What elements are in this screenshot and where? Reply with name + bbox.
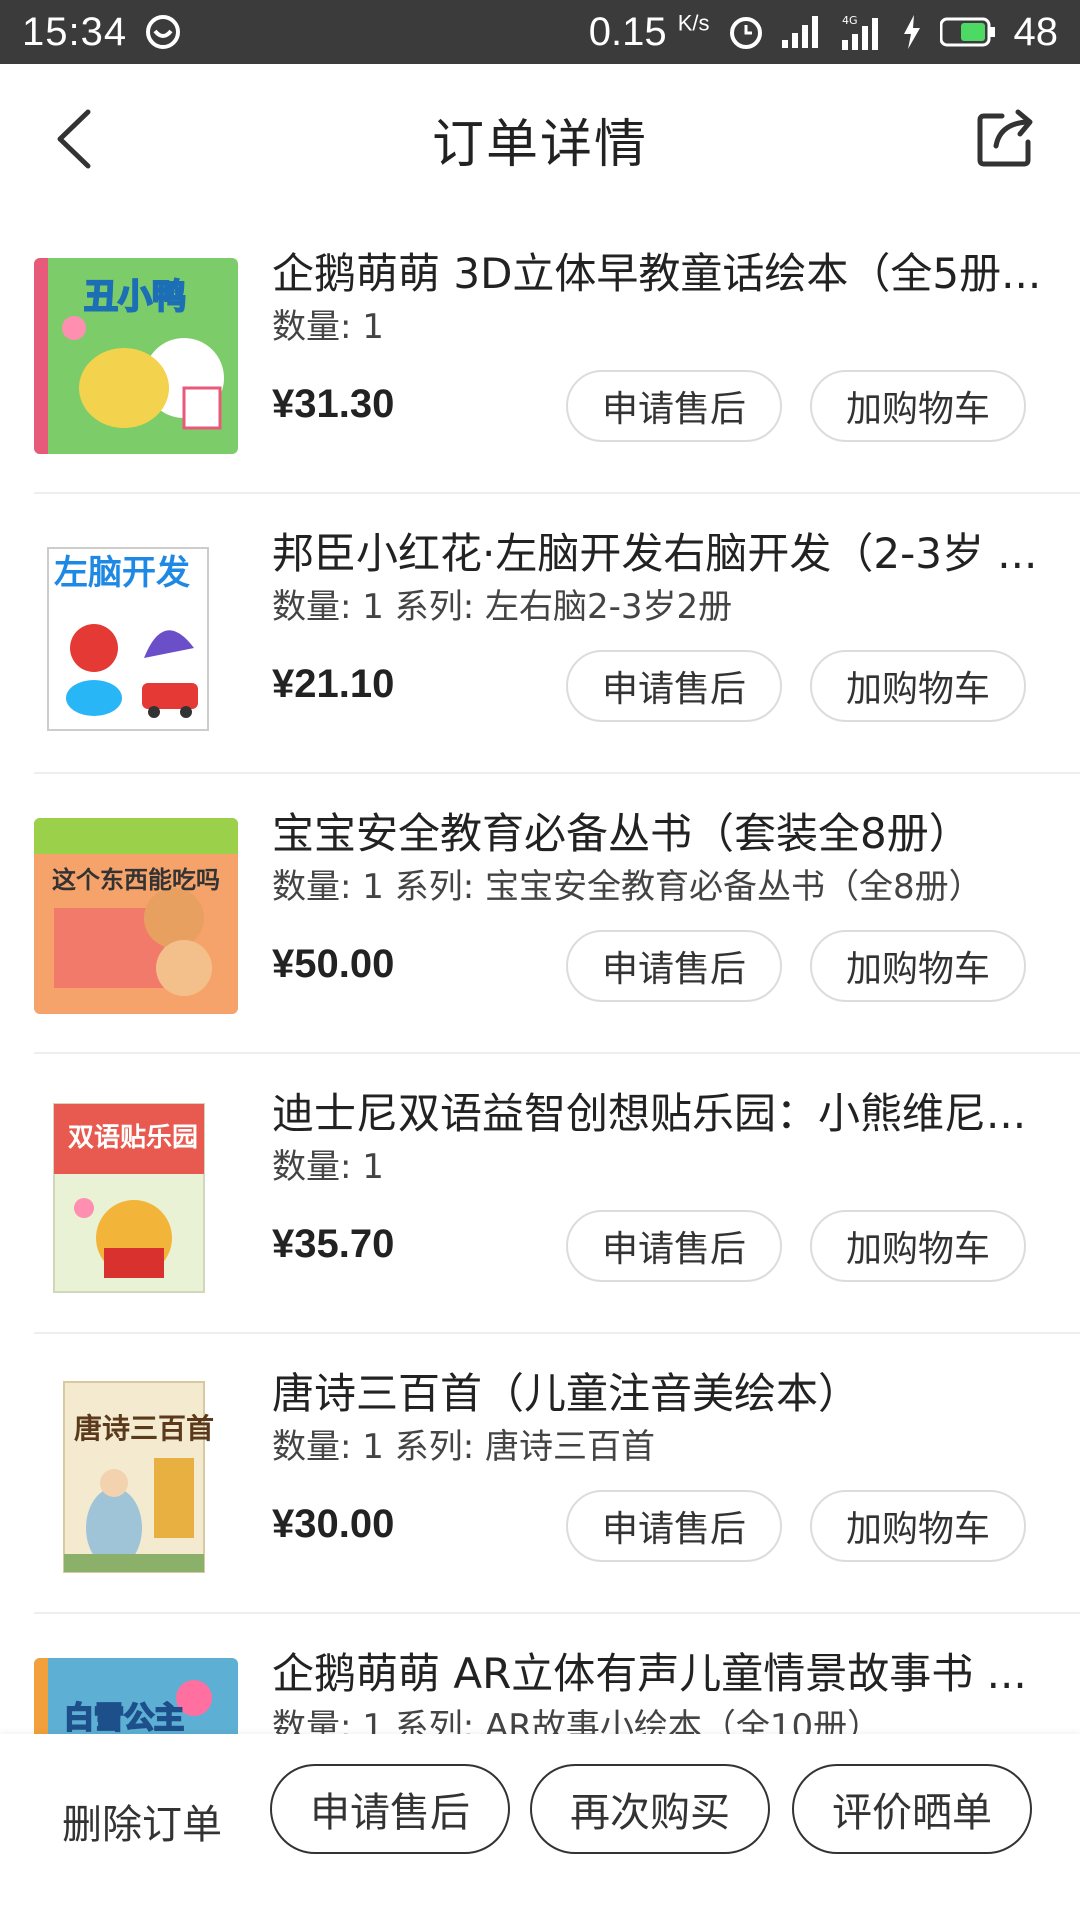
product-thumbnail[interactable]: 唐诗三百首 bbox=[34, 1378, 238, 1574]
review-button[interactable]: 评价晒单 bbox=[792, 1764, 1032, 1854]
rebuy-button[interactable]: 再次购买 bbox=[530, 1764, 770, 1854]
after-sale-button[interactable]: 申请售后 bbox=[566, 650, 782, 722]
order-item[interactable]: 唐诗三百首 唐诗三百首（儿童注音美绘本） 数量: 1 系列: 唐诗三百首 ¥30… bbox=[34, 1334, 1080, 1614]
after-sale-button[interactable]: 申请售后 bbox=[566, 370, 782, 442]
cover-title: 丑小鸭 bbox=[84, 277, 186, 317]
after-sale-button[interactable]: 申请售后 bbox=[566, 1210, 782, 1282]
add-to-cart-button[interactable]: 加购物车 bbox=[810, 1490, 1026, 1562]
product-price: ¥30.00 bbox=[272, 1502, 395, 1546]
product-name[interactable]: 企鹅萌萌 3D立体早教童话绘本（全5册... bbox=[272, 244, 1052, 304]
cover-title: 左脑开发 bbox=[54, 553, 190, 593]
signal-4g-icon: 4G bbox=[840, 14, 884, 50]
cover-title: 这个东西能吃吗 bbox=[52, 866, 220, 894]
battery-icon bbox=[939, 17, 996, 47]
product-quantity: 数量: 1 bbox=[272, 1147, 384, 1187]
page-header: 订单详情 bbox=[0, 64, 1080, 214]
order-item[interactable]: 左脑开发 邦臣小红花·左脑开发右脑开发（2-3岁 ... 数量: 1 系列: 左… bbox=[34, 494, 1080, 774]
net-speed: 0.15 K/s bbox=[588, 9, 710, 54]
product-thumbnail[interactable]: 左脑开发 bbox=[34, 538, 238, 734]
add-to-cart-button[interactable]: 加购物车 bbox=[810, 1210, 1026, 1282]
page-title: 订单详情 bbox=[431, 114, 648, 175]
product-price: ¥35.70 bbox=[272, 1222, 395, 1266]
product-quantity: 数量: 1 bbox=[272, 307, 384, 347]
product-quantity: 数量: 1 系列: 宝宝安全教育必备丛书（全8册） bbox=[272, 867, 983, 907]
product-price: ¥21.10 bbox=[272, 662, 395, 706]
bottom-action-bar: 删除订单 申请售后 再次购买 评价晒单 bbox=[0, 1734, 1080, 1920]
cover-title: 唐诗三百首 bbox=[74, 1412, 214, 1445]
add-to-cart-button[interactable]: 加购物车 bbox=[810, 370, 1026, 442]
app-notification-icon bbox=[145, 14, 181, 50]
after-sale-button[interactable]: 申请售后 bbox=[566, 930, 782, 1002]
order-item[interactable]: 双语贴乐园 迪士尼双语益智创想贴乐园：小熊维尼... 数量: 1 ¥35.70 … bbox=[34, 1054, 1080, 1334]
product-price: ¥50.00 bbox=[272, 942, 395, 986]
signal-icon bbox=[781, 16, 822, 48]
add-to-cart-button[interactable]: 加购物车 bbox=[810, 930, 1026, 1002]
product-quantity: 数量: 1 系列: 左右脑2-3岁2册 bbox=[272, 587, 733, 627]
order-item[interactable]: 白雪公主 企鹅萌萌 AR立体有声儿童情景故事书 ... 数量: 1 系列: AR… bbox=[34, 1614, 1080, 1734]
delete-order-button[interactable]: 删除订单 bbox=[62, 1792, 222, 1850]
product-price: ¥31.30 bbox=[272, 382, 395, 426]
product-name[interactable]: 宝宝安全教育必备丛书（套装全8册） bbox=[272, 804, 1052, 864]
order-item[interactable]: 丑小鸭 企鹅萌萌 3D立体早教童话绘本（全5册... 数量: 1 ¥31.30 … bbox=[34, 214, 1080, 494]
share-icon bbox=[977, 109, 1033, 167]
chevron-left-icon bbox=[57, 109, 91, 169]
cover-title: 白雪公主 bbox=[64, 1701, 184, 1734]
back-button[interactable] bbox=[50, 108, 100, 170]
product-thumbnail[interactable]: 丑小鸭 bbox=[34, 258, 238, 454]
product-name[interactable]: 邦臣小红花·左脑开发右脑开发（2-3岁 ... bbox=[272, 524, 1052, 584]
product-thumbnail[interactable]: 白雪公主 bbox=[34, 1658, 238, 1734]
status-bar: 15:34 0.15 K/s 4G 48 bbox=[0, 0, 1080, 64]
product-name[interactable]: 企鹅萌萌 AR立体有声儿童情景故事书 ... bbox=[272, 1644, 1052, 1704]
charging-icon bbox=[902, 15, 922, 49]
product-quantity: 数量: 1 系列: 唐诗三百首 bbox=[272, 1427, 655, 1467]
add-to-cart-button[interactable]: 加购物车 bbox=[810, 650, 1026, 722]
product-name[interactable]: 迪士尼双语益智创想贴乐园：小熊维尼... bbox=[272, 1084, 1052, 1144]
product-thumbnail[interactable]: 这个东西能吃吗 bbox=[34, 818, 238, 1014]
after-sale-button[interactable]: 申请售后 bbox=[566, 1490, 782, 1562]
product-thumbnail[interactable]: 双语贴乐园 bbox=[34, 1098, 238, 1294]
order-item-list[interactable]: 丑小鸭 企鹅萌萌 3D立体早教童话绘本（全5册... 数量: 1 ¥31.30 … bbox=[0, 214, 1080, 1734]
svg-text:4G: 4G bbox=[842, 14, 858, 27]
status-time: 15:34 bbox=[22, 9, 128, 54]
battery-level: 48 bbox=[1013, 9, 1059, 54]
product-name[interactable]: 唐诗三百首（儿童注音美绘本） bbox=[272, 1364, 1052, 1424]
cover-title: 双语贴乐园 bbox=[68, 1123, 198, 1153]
order-item[interactable]: 这个东西能吃吗 宝宝安全教育必备丛书（套装全8册） 数量: 1 系列: 宝宝安全… bbox=[34, 774, 1080, 1054]
product-quantity: 数量: 1 系列: AR故事小绘本（全10册） bbox=[272, 1707, 882, 1734]
alarm-icon bbox=[728, 14, 764, 50]
order-after-sale-button[interactable]: 申请售后 bbox=[270, 1764, 510, 1854]
share-button[interactable] bbox=[974, 104, 1040, 170]
